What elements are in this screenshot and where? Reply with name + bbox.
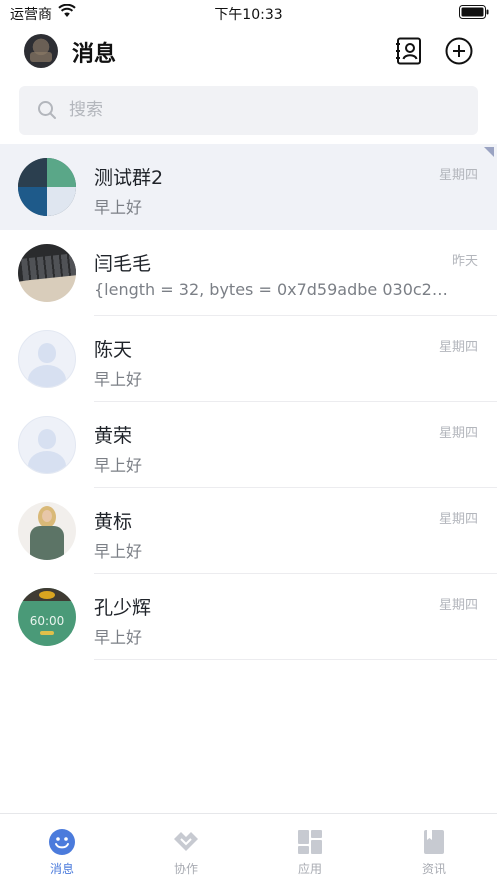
chat-preview: 早上好: [94, 456, 143, 475]
add-button[interactable]: [444, 36, 474, 66]
collaboration-icon: [174, 832, 198, 851]
default-user-avatar: [18, 416, 76, 474]
tab-collaboration[interactable]: 协作: [124, 814, 248, 883]
chat-list: 测试群2 早上好 星期四 闫毛毛 {length = 32, bytes = 0…: [0, 144, 497, 660]
chat-preview: 早上好: [94, 628, 143, 647]
chat-item[interactable]: 闫毛毛 {length = 32, bytes = 0x7d59adbe 030…: [0, 230, 497, 316]
contacts-button[interactable]: [394, 36, 424, 66]
chat-time: 昨天: [451, 254, 478, 269]
chat-time: 星期四: [438, 598, 478, 613]
tab-label: 消息: [49, 862, 74, 876]
chat-name: 孔少辉: [94, 597, 152, 619]
header-bar: 消息: [0, 26, 497, 80]
chat-time: 星期四: [438, 340, 478, 355]
chat-time: 星期四: [438, 168, 478, 183]
tab-apps[interactable]: 应用: [248, 814, 372, 883]
pinned-marker: [484, 147, 494, 157]
tab-label: 协作: [173, 862, 198, 876]
news-book-icon: [424, 830, 444, 854]
chat-name: 闫毛毛: [94, 253, 152, 275]
search-bar[interactable]: [19, 86, 478, 135]
search-input[interactable]: [69, 98, 449, 122]
chat-item[interactable]: 黄荣 早上好 星期四: [0, 402, 497, 488]
chat-preview: 早上好: [94, 198, 143, 217]
group-collage-avatar: [18, 158, 76, 216]
chat-time: 星期四: [438, 512, 478, 527]
page-title: 消息: [72, 42, 117, 67]
battery-icon: [459, 5, 489, 19]
chat-item[interactable]: 陈天 早上好 星期四: [0, 316, 497, 402]
search-icon: [38, 101, 56, 119]
avatar-clock-text: 60:00: [29, 614, 65, 628]
apps-grid-icon: [298, 830, 322, 854]
status-bar: 运营商 下午10:33: [0, 0, 497, 26]
chat-preview: 早上好: [94, 542, 143, 561]
keyboard-photo-avatar: [18, 244, 76, 302]
row-divider: [94, 659, 497, 660]
chat-preview: {length = 32, bytes = 0x7d59adbe 030c2ad…: [94, 280, 454, 299]
tab-bar: 消息 协作 应用 资讯: [0, 813, 497, 883]
default-user-avatar: [18, 330, 76, 388]
chat-name: 测试群2: [94, 167, 164, 189]
profile-avatar[interactable]: [24, 34, 58, 68]
tab-news[interactable]: 资讯: [372, 814, 496, 883]
chat-time: 星期四: [438, 426, 478, 441]
chat-name: 陈天: [94, 339, 133, 361]
chat-item[interactable]: 黄标 早上好 星期四: [0, 488, 497, 574]
status-time: 下午10:33: [214, 7, 283, 23]
clock-photo-avatar: 60:00: [18, 588, 76, 646]
woman-photo-avatar: [18, 502, 76, 560]
tab-messages[interactable]: 消息: [0, 814, 124, 883]
chat-item[interactable]: 60:00 孔少辉 早上好 星期四: [0, 574, 497, 660]
tab-label: 应用: [297, 862, 322, 876]
chat-name: 黄标: [94, 511, 133, 533]
chat-bubble-icon: [49, 829, 75, 855]
chat-preview: 早上好: [94, 370, 143, 389]
chat-name: 黄荣: [94, 425, 133, 447]
tab-label: 资讯: [421, 862, 446, 876]
chat-item[interactable]: 测试群2 早上好 星期四: [0, 144, 497, 230]
